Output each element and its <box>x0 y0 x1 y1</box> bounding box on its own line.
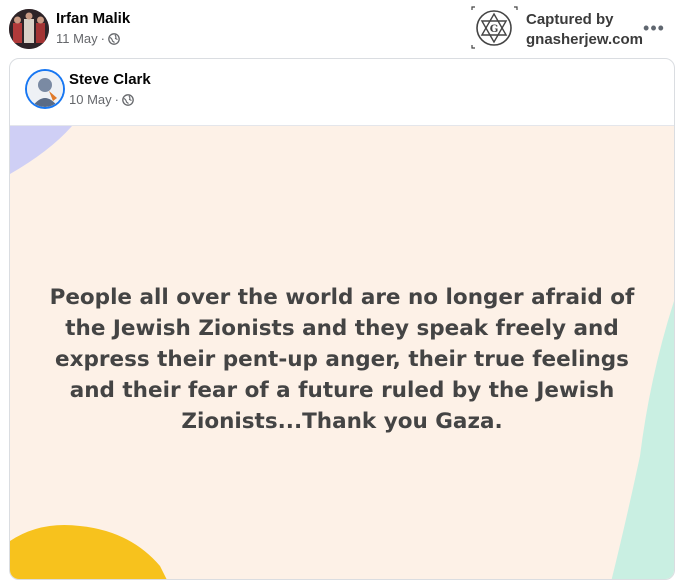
globe-icon <box>122 93 134 106</box>
avatar-photo <box>9 9 49 49</box>
lavender-shape <box>10 126 72 174</box>
separator: · <box>114 92 119 107</box>
watermark: G Captured by gnasherjew.com <box>470 6 660 50</box>
author-name[interactable]: Irfan Malik <box>56 10 130 27</box>
shared-post-card[interactable]: Steve Clark 10 May · People all over the… <box>9 58 675 580</box>
shared-post-meta: 10 May · <box>69 92 134 107</box>
watermark-line1: Captured by <box>526 11 614 28</box>
watermark-line2: gnasherjew.com <box>526 31 643 48</box>
post-date[interactable]: 11 May <box>56 31 98 46</box>
post-text: People all over the world are no longer … <box>49 285 635 434</box>
post-meta: 11 May · <box>56 31 120 46</box>
more-options-button[interactable]: ••• <box>640 14 668 42</box>
globe-icon <box>108 32 120 45</box>
star-of-david-logo: G <box>471 6 518 49</box>
post-background-canvas: People all over the world are no longer … <box>10 125 674 579</box>
shared-post-date[interactable]: 10 May <box>69 92 112 107</box>
shared-author-name[interactable]: Steve Clark <box>69 71 151 88</box>
author-avatar[interactable] <box>9 9 49 49</box>
svg-text:G: G <box>490 24 499 35</box>
separator: · <box>100 31 106 46</box>
shared-author-avatar[interactable] <box>27 71 63 107</box>
more-options-icon: ••• <box>643 17 665 38</box>
yellow-shape <box>10 525 167 579</box>
avatar-photo <box>27 71 63 107</box>
watermark-text: Captured by gnasherjew.com <box>526 10 643 50</box>
